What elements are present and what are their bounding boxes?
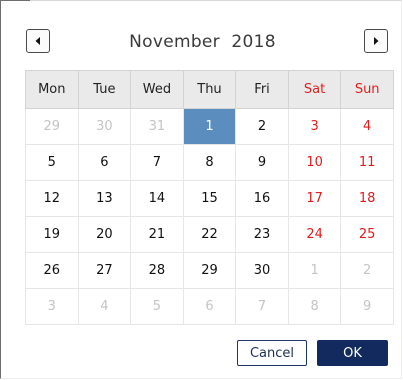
weekday-header-weekend: Sat <box>287 70 342 109</box>
day-cell[interactable]: 3 <box>287 108 342 145</box>
day-cell[interactable]: 5 <box>130 288 184 325</box>
day-cell[interactable]: 7 <box>130 144 184 181</box>
day-cell[interactable]: 28 <box>130 252 184 289</box>
day-cell[interactable]: 31 <box>130 108 184 145</box>
day-cell[interactable]: 8 <box>182 144 237 181</box>
day-cell[interactable]: 24 <box>287 216 342 253</box>
day-cell[interactable]: 21 <box>130 216 184 253</box>
date-picker-dialog: November 2018 Mon Tue Wed Thu Fri Sat Su… <box>0 0 402 379</box>
day-cell[interactable]: 6 <box>77 144 132 181</box>
day-cell[interactable]: 5 <box>25 144 79 181</box>
day-cell[interactable]: 30 <box>77 108 132 145</box>
day-cell[interactable]: 12 <box>25 180 79 217</box>
day-cell[interactable]: 2 <box>235 108 289 145</box>
day-cell[interactable]: 9 <box>235 144 289 181</box>
day-cell[interactable]: 4 <box>340 108 394 145</box>
day-cell[interactable]: 4 <box>77 288 132 325</box>
day-cell[interactable]: 29 <box>25 108 79 145</box>
month-label: November <box>129 32 220 52</box>
day-cell[interactable]: 19 <box>25 216 79 253</box>
week-row: 19 20 21 22 23 24 25 <box>25 216 394 253</box>
weekday-header: Fri <box>235 70 289 109</box>
day-cell[interactable]: 7 <box>235 288 289 325</box>
week-row: 3456789 <box>25 288 394 325</box>
weekday-header: Wed <box>130 70 184 109</box>
month-year-title: November 2018 <box>1 29 403 55</box>
week-row: 12 13 14 15 16 17 18 <box>25 180 394 217</box>
weekday-header-row: Mon Tue Wed Thu Fri Sat Sun <box>25 70 394 109</box>
day-cell[interactable]: 25 <box>340 216 394 253</box>
day-cell[interactable]: 14 <box>130 180 184 217</box>
day-cell[interactable]: 11 <box>340 144 394 181</box>
day-cell[interactable]: 9 <box>340 288 394 325</box>
day-cell[interactable]: 27 <box>77 252 132 289</box>
next-month-button[interactable] <box>364 29 388 53</box>
day-cell[interactable]: 29 <box>182 252 237 289</box>
day-cell[interactable]: 16 <box>235 180 289 217</box>
day-cell[interactable]: 15 <box>182 180 237 217</box>
week-row: 5 6 7 8 9 10 11 <box>25 144 394 181</box>
day-cell[interactable]: 8 <box>287 288 342 325</box>
weekday-header: Mon <box>25 70 79 109</box>
cancel-button[interactable]: Cancel <box>237 340 307 366</box>
calendar-grid: Mon Tue Wed Thu Fri Sat Sun 29 30 31 1 2 3 4 5 6… <box>25 70 394 325</box>
day-cell[interactable]: 3 <box>25 288 79 325</box>
year-label: 2018 <box>231 32 276 52</box>
week-row: 26 27 28 29 30 1 2 <box>25 252 394 289</box>
day-cell[interactable]: 26 <box>25 252 79 289</box>
day-cell[interactable]: 2 <box>340 252 394 289</box>
day-cell[interactable]: 22 <box>182 216 237 253</box>
weekday-header-weekend: Sun <box>340 70 394 109</box>
day-cell[interactable]: 17 <box>287 180 342 217</box>
day-cell[interactable]: 1 <box>287 252 342 289</box>
calendar-body: 29 30 31 1 2 3 4 5 6 7 8 9 10 11 12 13 14 15 16 17 18 19 20 21 2… <box>25 108 394 325</box>
chevron-right-icon <box>372 36 380 46</box>
day-cell[interactable]: 30 <box>235 252 289 289</box>
selected-day-cell[interactable]: 1 <box>182 108 237 145</box>
week-row: 29 30 31 1 2 3 4 <box>25 108 394 145</box>
day-cell[interactable]: 18 <box>340 180 394 217</box>
day-cell[interactable]: 6 <box>182 288 237 325</box>
day-cell[interactable]: 20 <box>77 216 132 253</box>
weekday-header: Tue <box>77 70 132 109</box>
ok-button[interactable]: OK <box>317 340 388 366</box>
day-cell[interactable]: 13 <box>77 180 132 217</box>
day-cell[interactable]: 23 <box>235 216 289 253</box>
weekday-header: Thu <box>182 70 237 109</box>
day-cell[interactable]: 10 <box>287 144 342 181</box>
